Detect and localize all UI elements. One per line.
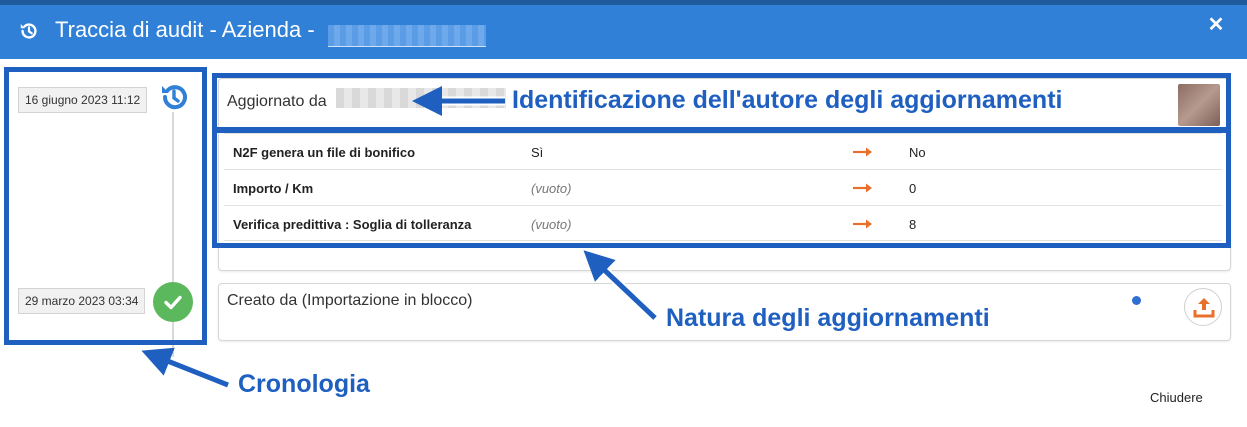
change-field: Importo / Km xyxy=(233,181,314,196)
dialog-title: Traccia di audit - Azienda - xyxy=(55,17,315,42)
updated-by-label: Aggiornato da xyxy=(227,93,327,110)
change-field: Verifica predittiva : Soglia di tolleran… xyxy=(233,217,472,232)
change-new-value: 0 xyxy=(909,181,917,196)
redacted-author-name xyxy=(336,88,506,108)
audit-trail-dialog: Traccia di audit - Azienda - ✕ 16 giugno… xyxy=(0,0,1247,427)
annotation-nature: Natura degli aggiornamenti xyxy=(666,304,990,332)
table-row: N2F genera un file di bonifico Sì No xyxy=(224,133,1222,169)
header-strip xyxy=(0,0,1247,5)
timeline-date-1: 16 giugno 2023 11:12 xyxy=(18,87,148,113)
change-new-value: 8 xyxy=(909,217,917,232)
timeline-date-2: 29 marzo 2023 03:34 xyxy=(18,288,146,314)
change-field: N2F genera un file di bonifico xyxy=(233,145,416,160)
upload-icon[interactable] xyxy=(1184,288,1222,326)
annotation-author: Identificazione dell'autore degli aggior… xyxy=(512,86,1063,114)
check-icon xyxy=(153,282,193,322)
change-old-value: (vuoto) xyxy=(531,217,572,232)
close-button[interactable]: Chiudere xyxy=(1150,390,1203,405)
change-old-value: (vuoto) xyxy=(531,181,572,196)
close-icon[interactable]: ✕ xyxy=(1205,14,1227,36)
table-row: Verifica predittiva : Soglia di tolleran… xyxy=(224,205,1222,241)
table-row: Importo / Km (vuoto) 0 xyxy=(224,169,1222,205)
arrow-right-icon xyxy=(853,183,872,193)
change-old-value: Sì xyxy=(531,145,544,160)
created-by-label: Creato da (Importazione in blocco) xyxy=(227,292,473,309)
arrow-right-icon xyxy=(853,219,872,229)
annotation-arrow-timeline xyxy=(141,347,229,388)
change-new-value: No xyxy=(909,145,926,160)
avatar xyxy=(1178,84,1220,126)
status-dot xyxy=(1132,296,1141,305)
arrow-right-icon xyxy=(853,147,872,157)
history-icon xyxy=(20,23,37,39)
history-icon xyxy=(162,85,187,110)
changes-table: N2F genera un file di bonifico Sì No Imp… xyxy=(224,133,1222,241)
annotation-timeline: Cronologia xyxy=(238,370,370,398)
redacted-company-name xyxy=(328,25,486,47)
dialog-header: Traccia di audit - Azienda - ✕ xyxy=(0,0,1247,59)
